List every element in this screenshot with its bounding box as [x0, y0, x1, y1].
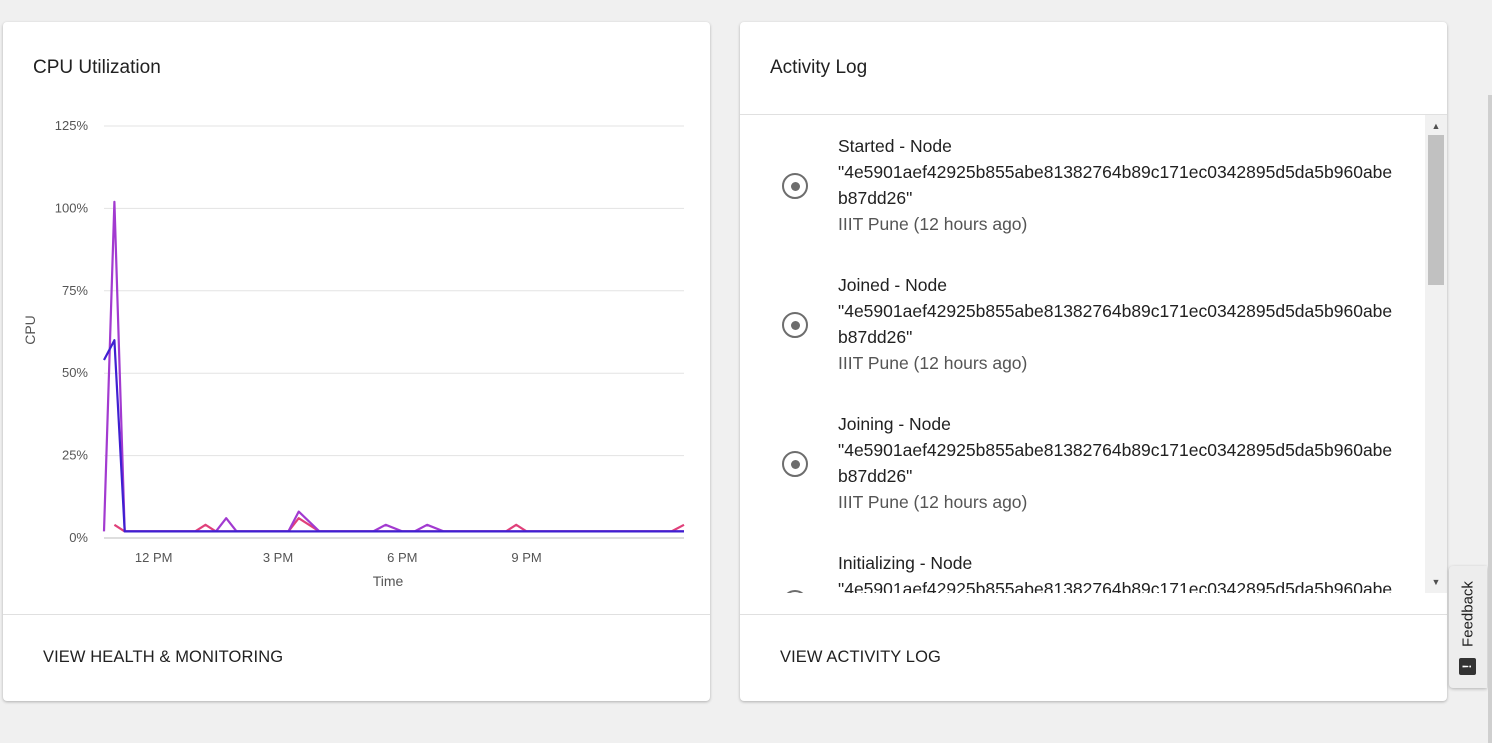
- series-line-0: [103, 339, 684, 533]
- feedback-tab[interactable]: Feedback: [1449, 566, 1487, 688]
- scroll-down-icon[interactable]: ▼: [1425, 573, 1447, 591]
- log-item-meta: IIIT Pune (12 hours ago): [838, 353, 1028, 373]
- x-tick-label: 12 PM: [135, 550, 173, 565]
- y-tick-label: 50%: [62, 365, 88, 380]
- log-item-title: Initializing - Node: [838, 553, 973, 573]
- radio-dot-icon: [782, 173, 808, 199]
- log-item-title: Joined - Node: [838, 275, 947, 295]
- y-axis-label: CPU: [22, 315, 38, 345]
- feedback-icon: [1459, 658, 1476, 675]
- y-tick-label: 0%: [69, 530, 88, 545]
- activity-log-footer: VIEW ACTIVITY LOG: [740, 614, 1447, 701]
- scrollbar-thumb[interactable]: [1428, 135, 1444, 285]
- log-item-node-id: "4e5901aef42925b855abe81382764b89c171ec0…: [838, 440, 1393, 486]
- radio-dot-icon: [782, 451, 808, 477]
- y-tick-label: 100%: [55, 200, 89, 215]
- view-activity-log-button[interactable]: VIEW ACTIVITY LOG: [768, 639, 953, 675]
- activity-log-item: Joined - Node "4e5901aef42925b855abe81382…: [740, 254, 1425, 393]
- log-item-title: Started - Node: [838, 136, 952, 156]
- series-line-1: [102, 200, 684, 533]
- y-tick-label: 25%: [62, 448, 88, 463]
- log-item-node-id: "4e5901aef42925b855abe81382764b89c171ec0…: [838, 579, 1393, 593]
- log-item-node-id: "4e5901aef42925b855abe81382764b89c171ec0…: [838, 162, 1393, 208]
- cpu-card-footer: VIEW HEALTH & MONITORING: [3, 614, 710, 701]
- activity-log-text: Joining - Node "4e5901aef42925b855abe8138…: [838, 411, 1398, 515]
- activity-log-card: Activity Log Started - Node "4e5901aef429…: [740, 22, 1447, 701]
- activity-log-scroll-area[interactable]: Started - Node "4e5901aef42925b855abe8138…: [740, 115, 1447, 593]
- radio-dot-icon: [782, 590, 808, 593]
- radio-dot-icon: [782, 312, 808, 338]
- activity-log-text: Joined - Node "4e5901aef42925b855abe81382…: [838, 272, 1398, 376]
- log-item-title: Joining - Node: [838, 414, 951, 434]
- x-tick-label: 3 PM: [263, 550, 293, 565]
- activity-log-text: Initializing - Node "4e5901aef42925b855ab…: [838, 550, 1398, 593]
- cpu-chart: 125% 100% 75% 50% 25% 0% 12 PM 3 PM 6 PM 9 PM Time…: [22, 118, 685, 589]
- activity-log-text: Started - Node "4e5901aef42925b855abe8138…: [838, 133, 1398, 237]
- scroll-up-icon[interactable]: ▲: [1425, 117, 1447, 135]
- x-tick-label: 9 PM: [511, 550, 541, 565]
- x-axis-label: Time: [373, 573, 404, 589]
- activity-log-item: Initializing - Node "4e5901aef42925b855ab…: [740, 532, 1425, 593]
- y-tick-label: 125%: [55, 118, 89, 133]
- activity-log-item: Started - Node "4e5901aef42925b855abe8138…: [740, 115, 1425, 254]
- activity-log-item: Joining - Node "4e5901aef42925b855abe8138…: [740, 393, 1425, 532]
- feedback-label: Feedback: [1459, 581, 1477, 647]
- x-tick-label: 6 PM: [387, 550, 417, 565]
- view-health-monitoring-button[interactable]: VIEW HEALTH & MONITORING: [31, 639, 295, 675]
- page-scrollbar[interactable]: [1488, 95, 1492, 743]
- cpu-card-title: CPU Utilization: [33, 57, 161, 78]
- y-tick-label: 75%: [62, 283, 88, 298]
- activity-log-title: Activity Log: [770, 57, 868, 78]
- log-item-meta: IIIT Pune (12 hours ago): [838, 214, 1028, 234]
- log-item-node-id: "4e5901aef42925b855abe81382764b89c171ec0…: [838, 301, 1393, 347]
- activity-log-scrollbar[interactable]: ▲ ▼: [1425, 115, 1447, 593]
- cpu-utilization-card: CPU Utilization 125% 100% 75% 50% 25% 0% 12 PM…: [3, 22, 710, 701]
- log-item-meta: IIIT Pune (12 hours ago): [838, 492, 1028, 512]
